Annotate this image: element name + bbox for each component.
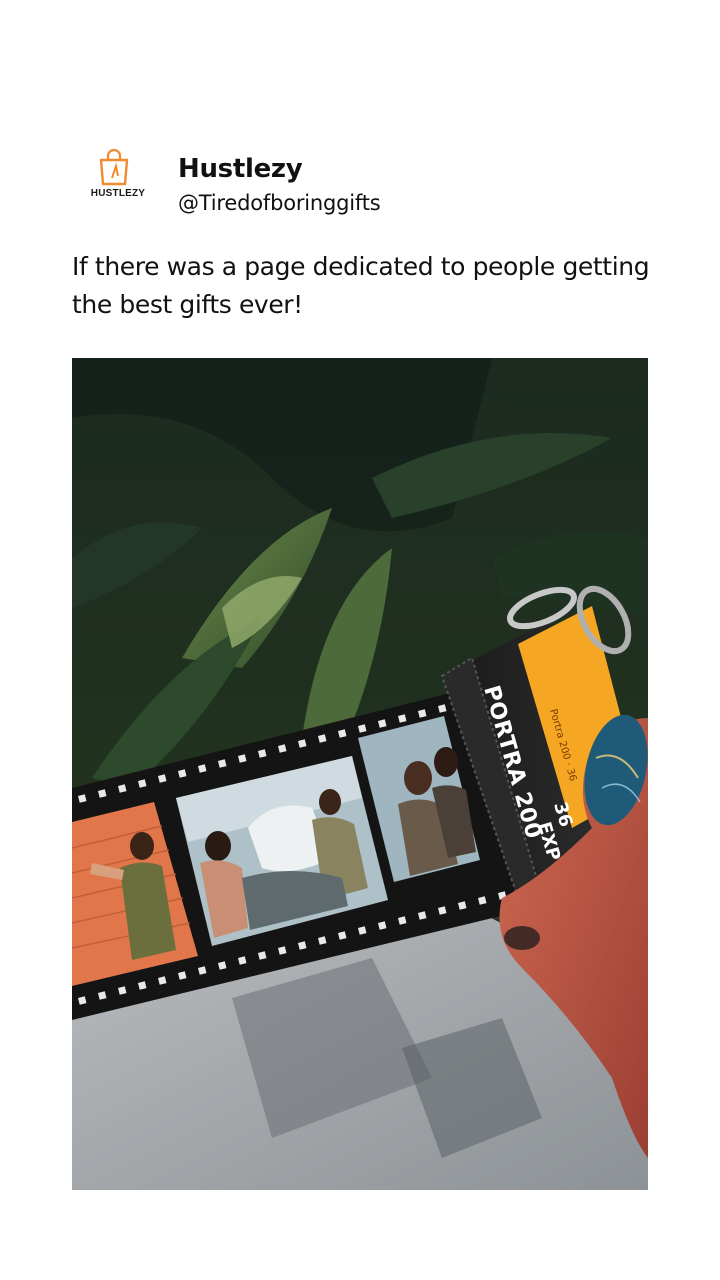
post-image[interactable]: PORTRA 200 36 EXP Portra 200 · 36 xyxy=(72,358,648,1190)
account-name[interactable]: Hustlezy xyxy=(178,152,303,186)
shopping-bag-icon xyxy=(99,148,129,186)
account-logo[interactable]: HUSTLEZY xyxy=(82,148,146,208)
post-header: HUSTLEZY Hustlezy @Tiredofboringgifts xyxy=(72,148,648,228)
account-handle[interactable]: @Tiredofboringgifts xyxy=(178,188,381,218)
logo-text: HUSTLEZY xyxy=(90,188,146,199)
film-keychain-photo: PORTRA 200 36 EXP Portra 200 · 36 xyxy=(72,358,648,1190)
post-caption: If there was a page dedicated to people … xyxy=(72,252,650,319)
dark-nail xyxy=(504,926,540,950)
